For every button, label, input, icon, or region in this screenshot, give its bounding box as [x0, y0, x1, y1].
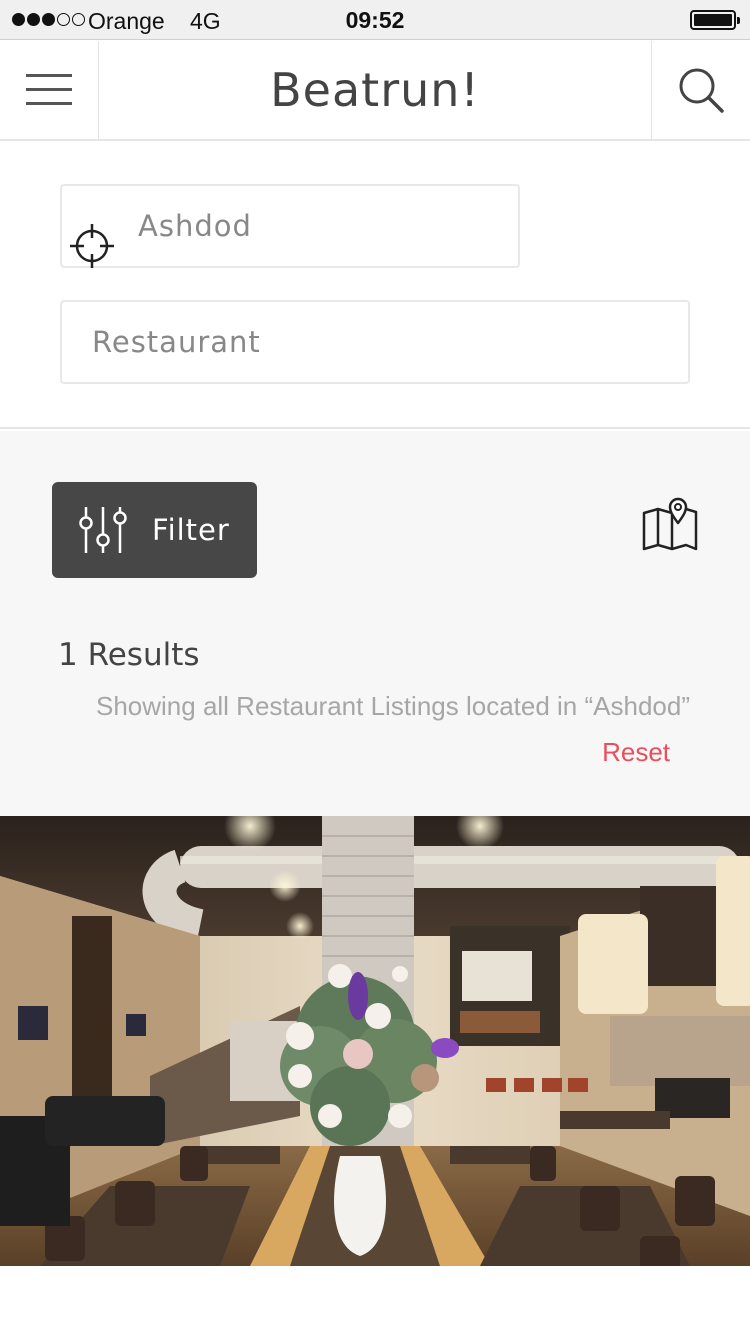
app-header: Beatrun! — [0, 41, 750, 141]
status-bar: Orange 4G 09:52 — [0, 0, 750, 40]
search-icon — [679, 68, 724, 113]
app-title: Beatrun! — [270, 63, 480, 117]
battery-icon — [690, 10, 740, 30]
reset-link[interactable]: Reset — [602, 737, 670, 768]
listing-card-footer — [0, 1266, 750, 1334]
hamburger-menu-icon — [26, 74, 72, 105]
crosshair-icon[interactable] — [70, 224, 114, 268]
listing-image[interactable] — [0, 816, 750, 1266]
map-view-button[interactable] — [640, 497, 700, 553]
filter-button[interactable]: Filter — [52, 482, 257, 578]
menu-button[interactable] — [0, 41, 99, 139]
results-description: Showing all Restaurant Listings located … — [95, 691, 690, 721]
category-input[interactable] — [60, 300, 690, 384]
map-pin-icon — [642, 497, 698, 551]
restaurant-photo — [0, 816, 750, 1266]
filter-label: Filter — [152, 513, 230, 547]
search-form — [0, 142, 750, 429]
location-input[interactable] — [60, 184, 520, 268]
filter-panel: Filter 1 Results Showing all Restaurant … — [0, 431, 750, 816]
status-time: 09:52 — [345, 7, 405, 33]
results-count: 1 Results — [58, 637, 200, 673]
search-button[interactable] — [651, 41, 750, 139]
sliders-icon — [79, 507, 127, 553]
